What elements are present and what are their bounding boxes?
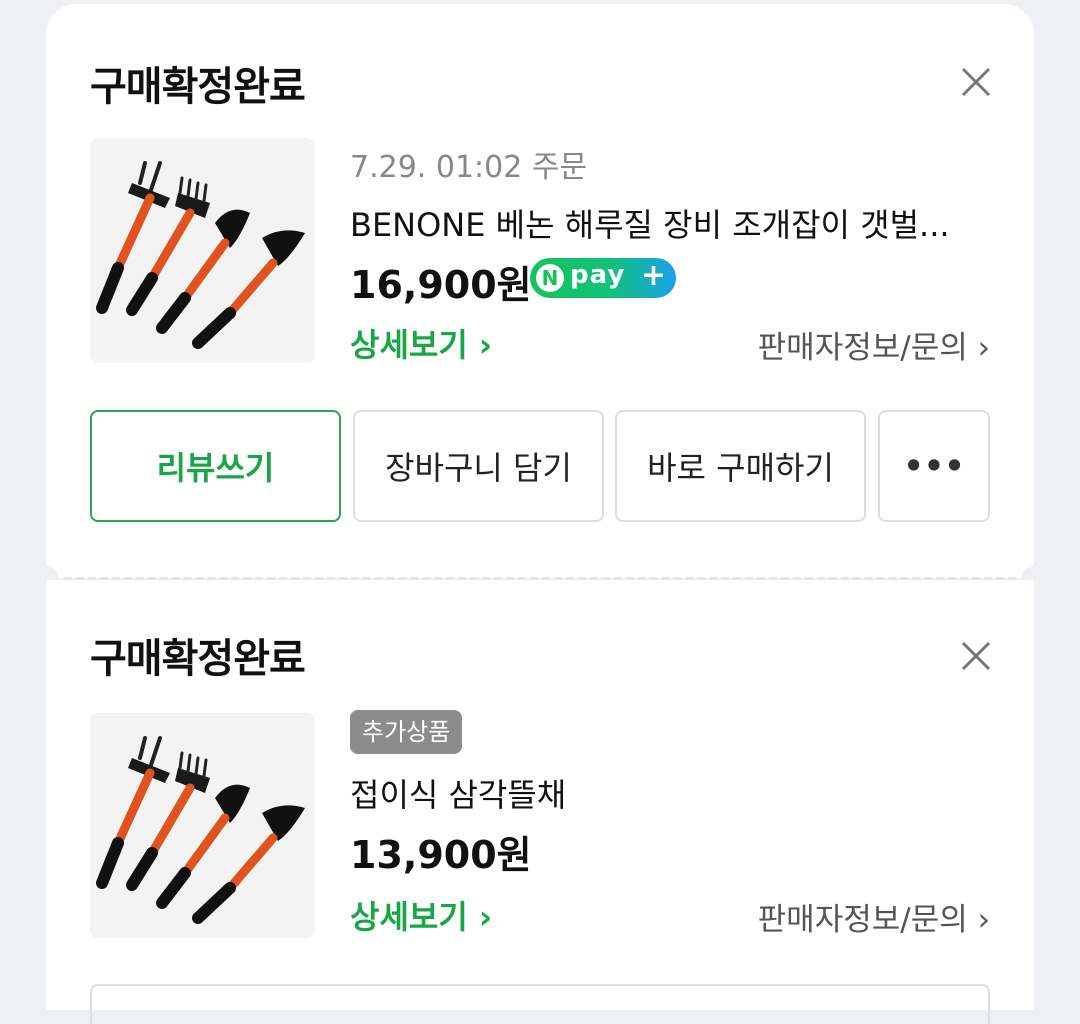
product-name[interactable]: 접이식 삼각뜰채 bbox=[350, 770, 990, 816]
order-card-2: 구매확정완료 추가상품 접이식 삼각뜰채 13,900원 상세보기 › 판매자정… bbox=[46, 580, 1034, 1024]
detail-link[interactable]: 상세보기 › bbox=[350, 892, 492, 938]
add-to-cart-button[interactable]: 장바구니 담기 bbox=[353, 410, 604, 522]
write-review-button[interactable]: 리뷰쓰기 bbox=[90, 410, 341, 522]
product-image[interactable] bbox=[90, 713, 315, 938]
seller-info-link[interactable]: 판매자정보/문의 › bbox=[758, 894, 990, 939]
garden-tools-image bbox=[96, 161, 305, 349]
order-card-1: 구매확정완료 7.29. 01:02 주문 BENONE 베논 해루질 장비 조… bbox=[46, 4, 1034, 578]
order-status: 구매확정완료 bbox=[90, 636, 306, 682]
detail-link[interactable]: 상세보기 › bbox=[350, 320, 492, 366]
plus-icon: + bbox=[640, 258, 666, 293]
action-button-row bbox=[90, 984, 990, 1024]
npay-label: pay bbox=[570, 260, 626, 290]
additional-item-badge: 추가상품 bbox=[350, 710, 463, 754]
product-name[interactable]: BENONE 베논 해루질 장비 조개잡이 갯벌... bbox=[350, 200, 990, 246]
close-icon[interactable] bbox=[958, 64, 994, 100]
seller-info-link[interactable]: 판매자정보/문의 › bbox=[758, 322, 990, 367]
order-date: 7.29. 01:02 주문 bbox=[350, 150, 588, 185]
product-price: 13,900원 bbox=[350, 833, 532, 877]
close-icon[interactable] bbox=[958, 638, 994, 674]
more-options-button[interactable]: ••• bbox=[878, 410, 990, 522]
order-status: 구매확정완료 bbox=[90, 64, 306, 110]
npay-plus-badge: N pay + bbox=[530, 258, 676, 298]
product-image[interactable] bbox=[90, 138, 315, 363]
npay-n-icon: N bbox=[536, 264, 564, 292]
product-price: 16,900원 bbox=[350, 263, 532, 307]
buy-now-button[interactable]: 바로 구매하기 bbox=[615, 410, 866, 522]
garden-tools-image bbox=[96, 736, 305, 924]
